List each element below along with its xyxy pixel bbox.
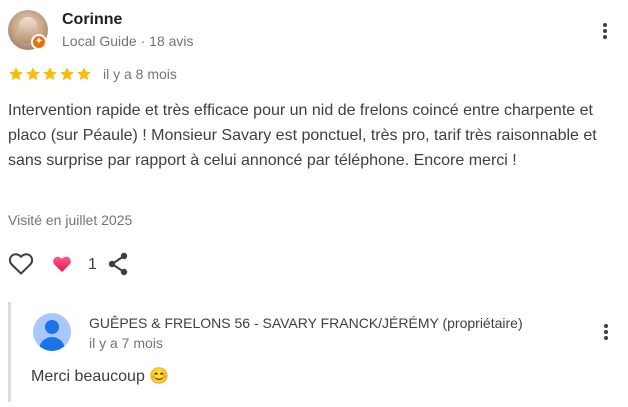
- local-guide-badge-icon: ✦: [31, 34, 47, 50]
- reply-more-options-icon[interactable]: [596, 321, 616, 343]
- owner-avatar: [33, 313, 71, 351]
- heart-filled-icon[interactable]: [52, 255, 72, 273]
- owner-reply-date: il y a 7 mois: [89, 335, 163, 351]
- owner-reply-text: Merci beaucoup 😊: [31, 368, 170, 385]
- person-icon-body: [39, 337, 65, 351]
- review-text: Intervention rapide et très efficace pou…: [8, 102, 597, 169]
- review-card: ✦ Corinne Local Guide · 18 avis il y a 8…: [0, 0, 628, 407]
- owner-reply: GUÊPES & FRELONS 56 - SAVARY FRANCK/JÉRÉ…: [8, 302, 620, 402]
- more-options-icon[interactable]: [595, 20, 615, 42]
- visit-date: Visité en juillet 2025: [8, 212, 133, 228]
- review-actions: 1: [8, 250, 208, 278]
- star-rating: [8, 66, 92, 82]
- heart-outline-icon[interactable]: [8, 252, 34, 276]
- star-icon: [42, 66, 58, 82]
- owner-name: GUÊPES & FRELONS 56 - SAVARY FRANCK/JÉRÉ…: [89, 315, 523, 331]
- review-date: il y a 8 mois: [103, 66, 177, 82]
- rating-row: il y a 8 mois: [8, 66, 177, 82]
- star-icon: [76, 66, 92, 82]
- reviewer-name[interactable]: Corinne: [62, 11, 122, 29]
- like-count: 1: [88, 256, 97, 273]
- share-icon[interactable]: [107, 252, 129, 276]
- person-icon-head: [45, 320, 59, 334]
- reviewer-meta: Local Guide · 18 avis: [62, 33, 194, 49]
- star-icon: [25, 66, 41, 82]
- star-icon: [59, 66, 75, 82]
- star-icon: [8, 66, 24, 82]
